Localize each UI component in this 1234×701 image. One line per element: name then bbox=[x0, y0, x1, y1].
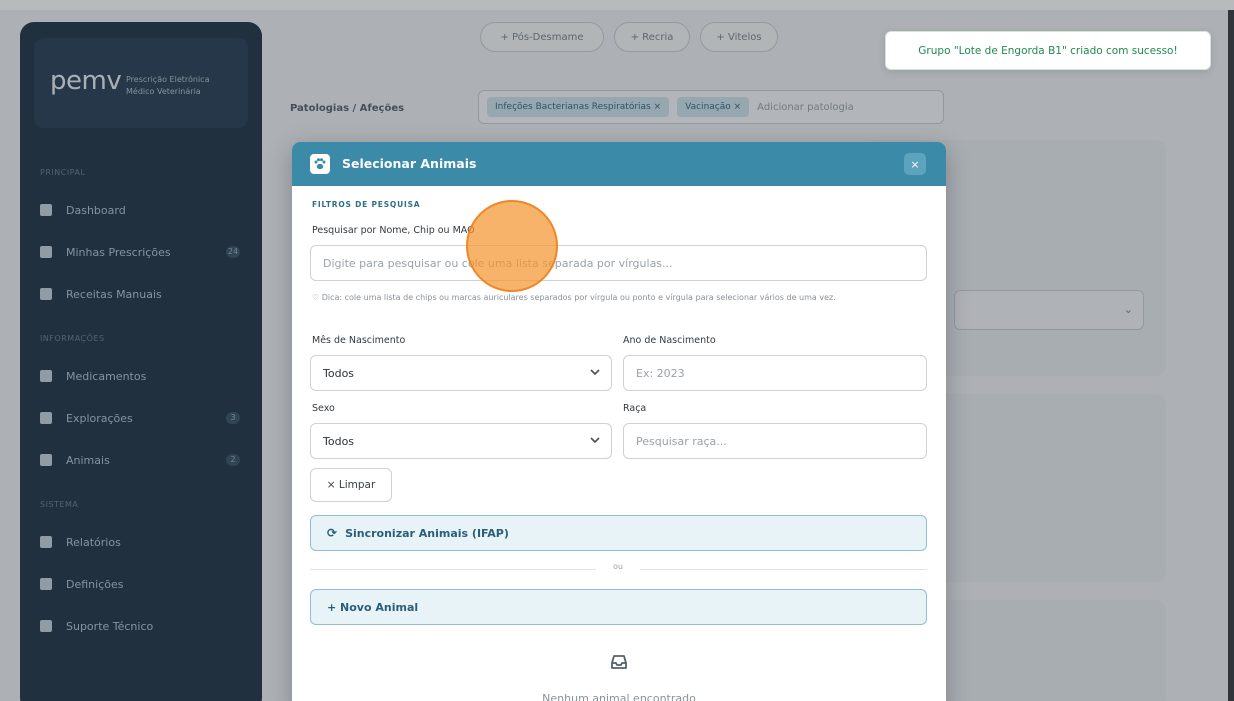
divider-text: ou bbox=[596, 562, 640, 576]
modal-header: Selecionar Animais × bbox=[292, 142, 946, 186]
refresh-icon: ⟳ bbox=[327, 526, 338, 540]
empty-state-text: Nenhum animal encontrado bbox=[542, 692, 696, 701]
lightbulb-icon: ♡ bbox=[312, 293, 322, 302]
success-toast: Grupo "Lote de Engorda B1" criado com su… bbox=[885, 31, 1211, 70]
breed-placeholder: Pesquisar raça... bbox=[636, 434, 727, 448]
chevron-down-icon bbox=[590, 369, 600, 376]
select-animals-modal: Selecionar Animais × FILTROS DE PESQUISA… bbox=[292, 142, 946, 701]
chevron-down-icon bbox=[590, 437, 600, 444]
filters-title: FILTROS DE PESQUISA bbox=[312, 200, 421, 209]
birth-month-label: Mês de Nascimento bbox=[312, 335, 406, 346]
search-input[interactable]: Digite para pesquisar ou cole uma lista … bbox=[310, 245, 927, 281]
sex-value: Todos bbox=[323, 434, 355, 448]
modal-title: Selecionar Animais bbox=[342, 156, 477, 171]
hint-text: Dica: cole uma lista de chips ou marcas … bbox=[321, 293, 836, 302]
breed-label: Raça bbox=[623, 403, 647, 414]
birth-year-label: Ano de Nascimento bbox=[623, 335, 716, 346]
breed-input[interactable]: Pesquisar raça... bbox=[623, 423, 927, 459]
sync-label: Sincronizar Animais (IFAP) bbox=[345, 526, 509, 540]
clear-button[interactable]: × Limpar bbox=[310, 468, 392, 502]
search-hint: ♡ Dica: cole uma lista de chips ou marca… bbox=[312, 292, 932, 304]
inbox-icon bbox=[611, 655, 627, 669]
sex-label: Sexo bbox=[312, 403, 335, 414]
search-label: Pesquisar por Nome, Chip ou MAO bbox=[312, 225, 475, 236]
sync-animals-button[interactable]: ⟳ Sincronizar Animais (IFAP) bbox=[310, 515, 927, 551]
birth-year-placeholder: Ex: 2023 bbox=[636, 366, 685, 380]
birth-month-value: Todos bbox=[323, 366, 355, 380]
sex-select[interactable]: Todos bbox=[310, 423, 612, 459]
close-button[interactable]: × bbox=[904, 153, 926, 175]
birth-year-input[interactable]: Ex: 2023 bbox=[623, 355, 927, 391]
new-animal-button[interactable]: + Novo Animal bbox=[310, 589, 927, 625]
paw-icon bbox=[310, 154, 330, 174]
cursor-highlight bbox=[466, 200, 558, 292]
birth-month-select[interactable]: Todos bbox=[310, 355, 612, 391]
